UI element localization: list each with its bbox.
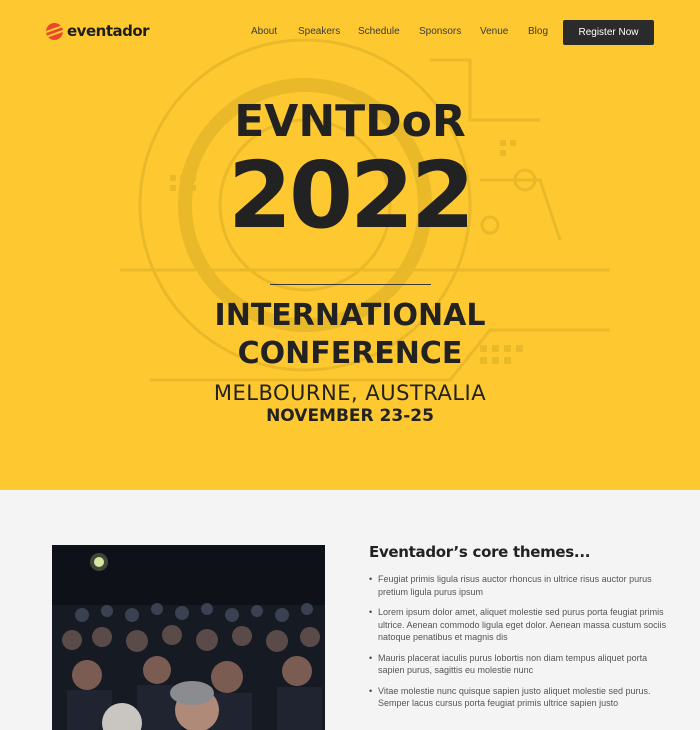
conference-title-line2: CONFERENCE xyxy=(237,336,463,371)
top-navigation: eventador About Speakers Schedule Sponso… xyxy=(0,0,700,64)
themes-list: Feugiat primis ligula risus auctor rhonc… xyxy=(369,573,669,710)
nav-link-speakers[interactable]: Speakers xyxy=(298,26,340,37)
nav-link-schedule[interactable]: Schedule xyxy=(358,26,400,37)
register-now-button[interactable]: Register Now xyxy=(563,20,654,45)
event-location: MELBOURNE, AUSTRALIA xyxy=(213,381,487,405)
theme-item: Feugiat primis ligula risus auctor rhonc… xyxy=(369,573,669,598)
nav-link-venue[interactable]: Venue xyxy=(480,26,508,37)
event-brand-title: EVNTDoR xyxy=(234,96,466,147)
themes-heading: Eventador’s core themes... xyxy=(369,543,591,561)
conference-title: INTERNATIONAL CONFERENCE xyxy=(0,297,700,373)
conference-title-line1: INTERNATIONAL xyxy=(214,298,486,333)
event-year: 2022 xyxy=(227,142,475,249)
core-themes-section: Eventador’s core themes... Feugiat primi… xyxy=(369,543,669,718)
audience-photo-illustration xyxy=(52,545,325,730)
nav-link-about[interactable]: About xyxy=(251,26,277,37)
hero-divider xyxy=(270,284,431,285)
theme-item: Lorem ipsum dolor amet, aliquet molestie… xyxy=(369,606,669,644)
audience-photo xyxy=(52,545,325,730)
event-dates: NOVEMBER 23-25 xyxy=(266,406,434,426)
theme-item: Mauris placerat iaculis purus lobortis n… xyxy=(369,652,669,677)
nav-link-blog[interactable]: Blog xyxy=(528,26,548,37)
theme-item: Vitae molestie nunc quisque sapien justo… xyxy=(369,685,669,710)
nav-link-sponsors[interactable]: Sponsors xyxy=(419,26,461,37)
hero-section: eventador About Speakers Schedule Sponso… xyxy=(0,0,700,490)
